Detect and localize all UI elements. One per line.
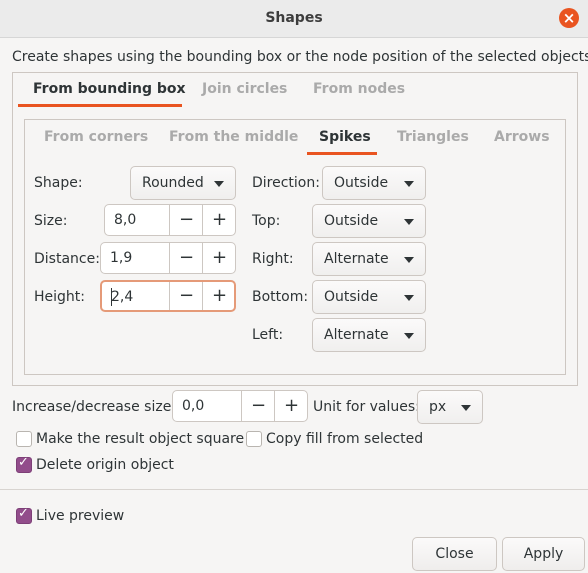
shape-combo[interactable]: Rounded (130, 166, 236, 200)
unit-combo[interactable]: px (417, 390, 483, 424)
live-preview-label[interactable]: Live preview (36, 508, 124, 524)
decrease-size-button[interactable]: − (169, 205, 203, 235)
increase-decrease-value: 0,0 (182, 398, 205, 414)
tab-from-the-middle[interactable]: From the middle (169, 129, 298, 145)
chevron-down-icon (461, 405, 471, 411)
active-subtab-indicator (307, 152, 377, 155)
direction-label: Direction: (252, 175, 320, 191)
size-label: Size: (34, 213, 68, 229)
title-bar: Shapes × (0, 0, 588, 38)
close-window-icon[interactable]: × (559, 8, 579, 28)
decrease-height-button[interactable]: − (169, 282, 203, 310)
increase-distance-button[interactable]: + (202, 243, 236, 273)
live-preview-checkbox[interactable] (16, 506, 32, 524)
increase-decrease-label: Increase/decrease size: (12, 399, 177, 415)
left-combo[interactable]: Alternate (312, 318, 426, 352)
distance-label: Distance: (34, 251, 100, 267)
direction-value: Outside (334, 175, 389, 191)
right-combo[interactable]: Alternate (312, 242, 426, 276)
decrease-distance-button[interactable]: − (169, 243, 203, 273)
size-value: 8,0 (114, 212, 137, 228)
make-square-checkbox[interactable] (16, 431, 32, 447)
increase-height-button[interactable]: + (202, 282, 236, 310)
bottom-label: Bottom: (252, 289, 309, 305)
tab-spikes[interactable]: Spikes (319, 129, 371, 145)
right-value: Alternate (324, 251, 389, 267)
top-combo[interactable]: Outside (312, 204, 426, 238)
chevron-down-icon (214, 181, 224, 187)
right-label: Right: (252, 251, 294, 267)
delete-origin-label[interactable]: Delete origin object (36, 457, 174, 473)
tab-from-nodes[interactable]: From nodes (313, 81, 405, 97)
chevron-down-icon (404, 333, 414, 339)
height-value: 2,4 (111, 289, 134, 305)
height-label: Height: (34, 289, 85, 305)
active-tab-indicator (18, 104, 182, 107)
chevron-down-icon (404, 295, 414, 301)
chevron-down-icon (404, 257, 414, 263)
unit-value: px (429, 399, 447, 415)
close-button[interactable]: Close (412, 537, 497, 571)
unit-label: Unit for values: (313, 399, 420, 415)
copy-fill-checkbox[interactable] (246, 431, 262, 447)
make-square-label[interactable]: Make the result object square (36, 431, 244, 447)
apply-button[interactable]: Apply (502, 537, 585, 571)
chevron-down-icon (404, 219, 414, 225)
increase-decrease-spinbutton[interactable]: 0,0 − + (172, 390, 308, 422)
bottom-value: Outside (324, 289, 379, 305)
tab-triangles[interactable]: Triangles (397, 129, 469, 145)
bottom-combo[interactable]: Outside (312, 280, 426, 314)
height-spinbutton[interactable]: 2,4 − + (100, 280, 236, 312)
left-label: Left: (252, 327, 284, 343)
increase-button[interactable]: + (274, 391, 308, 421)
description-text: Create shapes using the bounding box or … (12, 49, 588, 65)
copy-fill-label[interactable]: Copy fill from selected (266, 431, 423, 447)
direction-combo[interactable]: Outside (322, 166, 426, 200)
window-title: Shapes (265, 10, 323, 26)
tab-from-corners[interactable]: From corners (44, 129, 148, 145)
separator (0, 489, 588, 490)
top-value: Outside (324, 213, 379, 229)
chevron-down-icon (404, 181, 414, 187)
delete-origin-checkbox[interactable] (16, 455, 32, 473)
left-value: Alternate (324, 327, 389, 343)
shape-label: Shape: (34, 175, 83, 191)
distance-spinbutton[interactable]: 1,9 − + (100, 242, 236, 274)
tab-join-circles[interactable]: Join circles (202, 81, 287, 97)
tab-from-bounding-box[interactable]: From bounding box (33, 81, 186, 97)
decrease-button[interactable]: − (241, 391, 275, 421)
size-spinbutton[interactable]: 8,0 − + (104, 204, 236, 236)
increase-size-button[interactable]: + (202, 205, 236, 235)
tab-arrows[interactable]: Arrows (494, 129, 550, 145)
shape-value: Rounded (142, 175, 204, 191)
top-label: Top: (252, 213, 281, 229)
distance-value: 1,9 (110, 250, 133, 266)
